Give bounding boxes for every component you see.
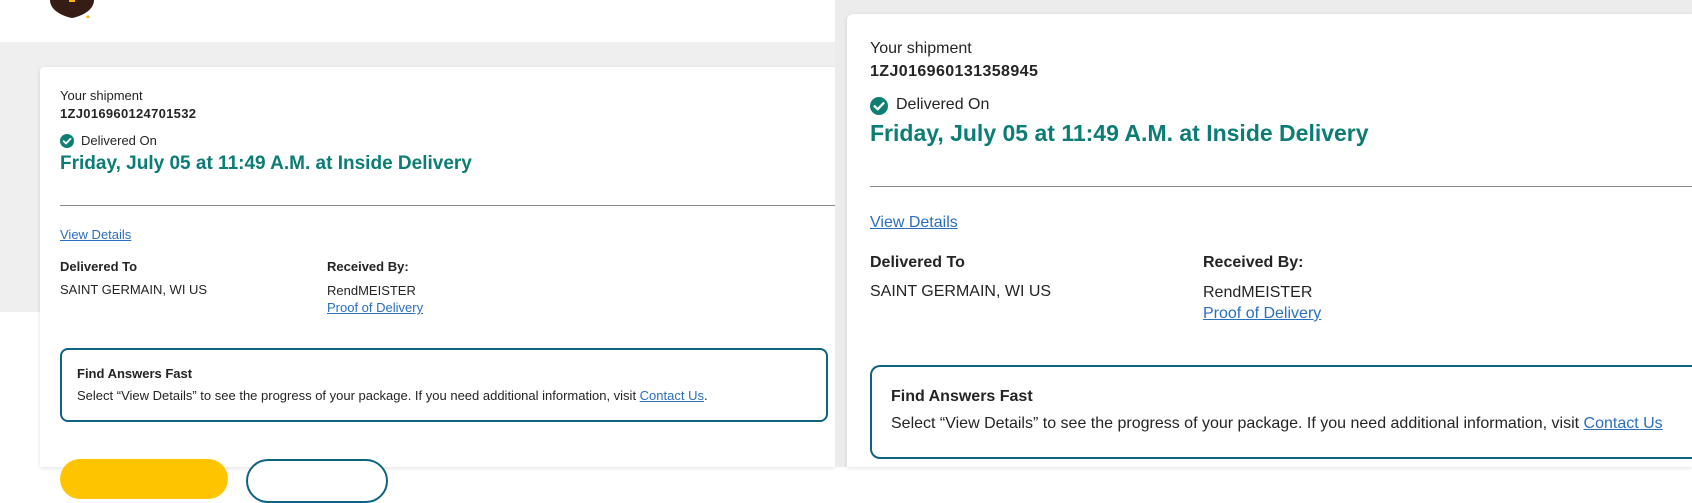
delivery-datetime-zoomed: Friday, July 05 at 11:49 A.M. at Inside … bbox=[870, 120, 1369, 146]
contact-us-link[interactable]: Contact Us bbox=[640, 388, 704, 403]
find-answers-body-zoomed: Select “View Details” to see the progres… bbox=[891, 415, 1584, 432]
find-answers-period: . bbox=[703, 388, 708, 403]
ups-logo[interactable] bbox=[46, 0, 98, 19]
find-answers-title-zoomed: Find Answers Fast bbox=[891, 388, 1033, 405]
received-by-heading: Received By: bbox=[327, 259, 409, 274]
delivered-to-value: SAINT GERMAIN, WI US bbox=[60, 282, 208, 297]
status-label-zoomed: Delivered On bbox=[896, 96, 990, 113]
status-label: Delivered On bbox=[81, 133, 157, 148]
secondary-action-button[interactable] bbox=[246, 459, 388, 503]
primary-action-button[interactable] bbox=[60, 459, 228, 499]
proof-of-delivery-link-zoomed[interactable]: Proof of Delivery bbox=[1203, 305, 1321, 323]
delivered-to-heading-zoomed: Delivered To bbox=[870, 254, 965, 271]
your-shipment-label: Your shipment bbox=[60, 88, 143, 103]
delivered-to-value-zoomed: SAINT GERMAIN, WI US bbox=[870, 283, 1052, 300]
proof-of-delivery-link[interactable]: Proof of Delivery bbox=[327, 300, 423, 315]
find-answers-box-zoomed bbox=[870, 365, 1692, 459]
header-bar bbox=[0, 0, 835, 42]
find-answers-text: Select “View Details” to see the progres… bbox=[77, 388, 708, 403]
find-answers-title: Find Answers Fast bbox=[77, 366, 193, 381]
received-by-heading-zoomed: Received By: bbox=[1203, 254, 1304, 271]
delivered-to-heading: Delivered To bbox=[60, 259, 138, 274]
find-answers-box bbox=[60, 348, 828, 422]
check-circle-icon bbox=[870, 97, 888, 115]
delivery-datetime: Friday, July 05 at 11:49 A.M. at Inside … bbox=[60, 153, 472, 174]
find-answers-body: Select “View Details” to see the progres… bbox=[77, 388, 640, 403]
divider-zoomed bbox=[870, 186, 1692, 187]
view-details-link[interactable]: View Details bbox=[60, 227, 131, 242]
your-shipment-label-zoomed: Your shipment bbox=[870, 40, 972, 57]
check-circle-icon bbox=[60, 134, 74, 148]
tracking-number: 1ZJ016960124701532 bbox=[60, 106, 197, 121]
view-details-link-zoomed[interactable]: View Details bbox=[870, 214, 958, 232]
contact-us-link-zoomed[interactable]: Contact Us bbox=[1584, 415, 1663, 432]
find-answers-text-zoomed: Select “View Details” to see the progres… bbox=[891, 415, 1663, 433]
divider bbox=[60, 205, 835, 206]
received-by-value-zoomed: RendMEISTER bbox=[1203, 284, 1313, 301]
tracking-number-zoomed: 1ZJ016960131358945 bbox=[870, 63, 1039, 80]
received-by-value: RendMEISTER bbox=[327, 283, 416, 298]
